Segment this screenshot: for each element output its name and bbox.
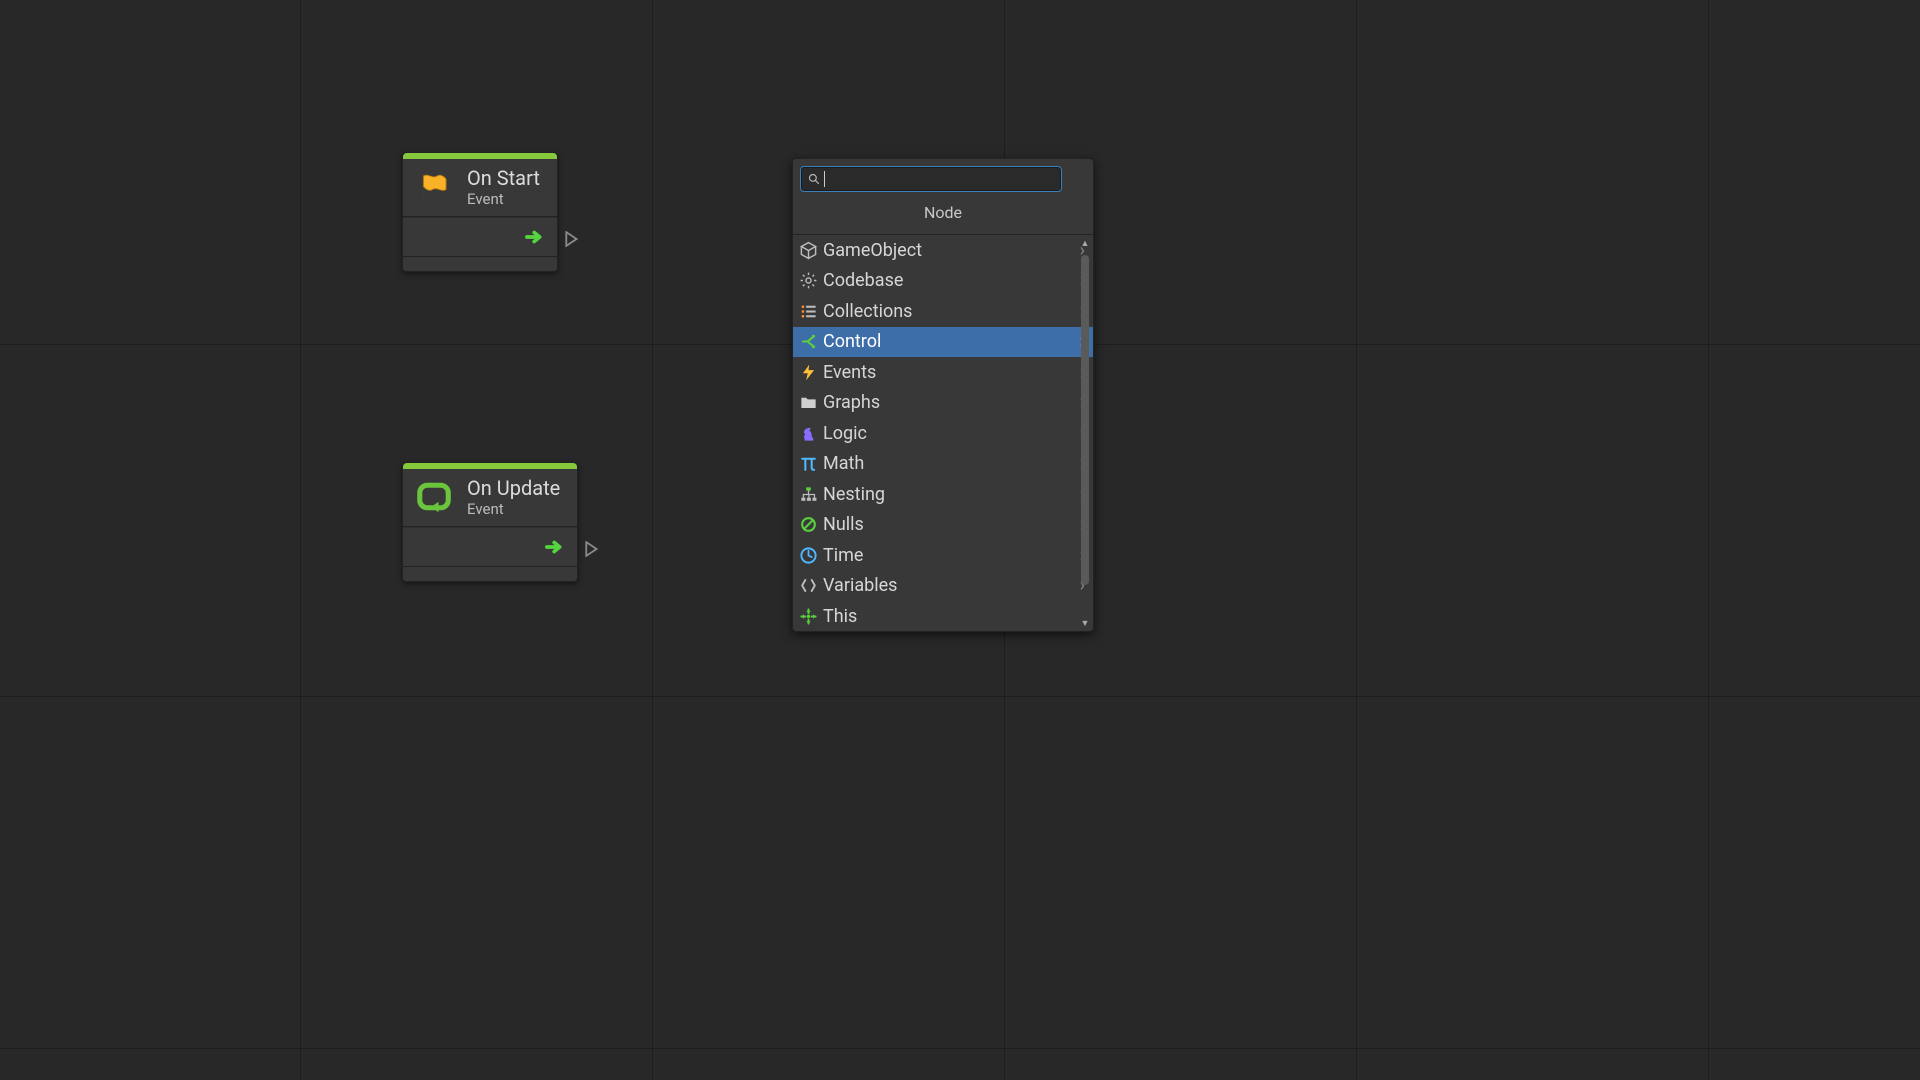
finder-scrollbar[interactable]: ▲ ▼ [1079, 237, 1091, 629]
finder-item-time[interactable]: Time› [793, 540, 1093, 571]
finder-item-control[interactable]: Control› [793, 327, 1093, 358]
scroll-thumb[interactable] [1081, 255, 1089, 585]
finder-item-label: Nulls [823, 514, 864, 535]
folder-icon [797, 392, 819, 414]
pi-icon [797, 453, 819, 475]
search-wrap [793, 159, 1093, 199]
search-icon [806, 173, 822, 185]
flow-out-arrow-icon [545, 539, 567, 555]
node-header[interactable]: On Update Event [403, 469, 577, 527]
finder-item-label: Control [823, 331, 881, 352]
scroll-track[interactable] [1081, 249, 1089, 617]
finder-item-codebase[interactable]: Codebase› [793, 266, 1093, 297]
node-subtitle: Event [467, 500, 560, 518]
finder-item-label: Codebase [823, 270, 903, 291]
text-caret [824, 171, 825, 187]
finder-item-events[interactable]: Events› [793, 357, 1093, 388]
node-fuzzy-finder[interactable]: Node GameObject›Codebase›Collections›Con… [792, 158, 1094, 632]
finder-item-label: This [823, 606, 857, 627]
flow-output-port[interactable] [565, 231, 579, 247]
finder-item-nulls[interactable]: Nulls› [793, 510, 1093, 541]
null-icon [797, 514, 819, 536]
branch-icon [797, 331, 819, 353]
finder-item-variables[interactable]: Variables› [793, 571, 1093, 602]
finder-item-math[interactable]: Math› [793, 449, 1093, 480]
node-footer [403, 567, 577, 581]
bolt-icon [797, 361, 819, 383]
finder-item-label: Math [823, 453, 864, 474]
finder-item-label: Events [823, 362, 876, 383]
node-subtitle: Event [467, 190, 540, 208]
finder-item-this[interactable]: This [793, 601, 1093, 631]
finder-item-graphs[interactable]: Graphs› [793, 388, 1093, 419]
list-icon [797, 300, 819, 322]
knight-icon [797, 422, 819, 444]
finder-item-label: Nesting [823, 484, 885, 505]
graph-node-on-start[interactable]: On Start Event [402, 152, 558, 272]
finder-item-label: GameObject [823, 240, 922, 261]
finder-item-label: Variables [823, 575, 897, 596]
clock-icon [797, 544, 819, 566]
flow-out-arrow-icon [525, 229, 547, 245]
gear-icon [797, 270, 819, 292]
node-title: On Start [467, 167, 540, 190]
node-title: On Update [467, 477, 560, 500]
search-input[interactable] [824, 168, 1060, 190]
flow-output-port[interactable] [585, 541, 599, 557]
finder-item-label: Time [823, 545, 863, 566]
node-output-row[interactable] [403, 527, 577, 567]
scroll-up-arrow-icon[interactable]: ▲ [1079, 237, 1091, 249]
finder-item-nesting[interactable]: Nesting› [793, 479, 1093, 510]
cube-icon [797, 239, 819, 261]
search-input-container[interactable] [801, 167, 1061, 191]
node-title-block: On Start Event [467, 167, 540, 208]
finder-item-collections[interactable]: Collections› [793, 296, 1093, 327]
finder-item-logic[interactable]: Logic› [793, 418, 1093, 449]
node-output-row[interactable] [403, 217, 557, 257]
finder-item-label: Graphs [823, 392, 880, 413]
scroll-down-arrow-icon[interactable]: ▼ [1079, 617, 1091, 629]
target-icon [797, 605, 819, 627]
tree-icon [797, 483, 819, 505]
node-title-block: On Update Event [467, 477, 560, 518]
finder-header: Node [793, 199, 1093, 235]
brackets-icon [797, 575, 819, 597]
finder-item-label: Collections [823, 301, 912, 322]
node-footer [403, 257, 557, 271]
loop-icon [415, 479, 453, 517]
flag-icon [415, 169, 453, 207]
finder-item-label: Logic [823, 423, 867, 444]
finder-list[interactable]: GameObject›Codebase›Collections›Control›… [793, 235, 1093, 631]
node-header[interactable]: On Start Event [403, 159, 557, 217]
graph-node-on-update[interactable]: On Update Event [402, 462, 578, 582]
finder-item-gameobject[interactable]: GameObject› [793, 235, 1093, 266]
